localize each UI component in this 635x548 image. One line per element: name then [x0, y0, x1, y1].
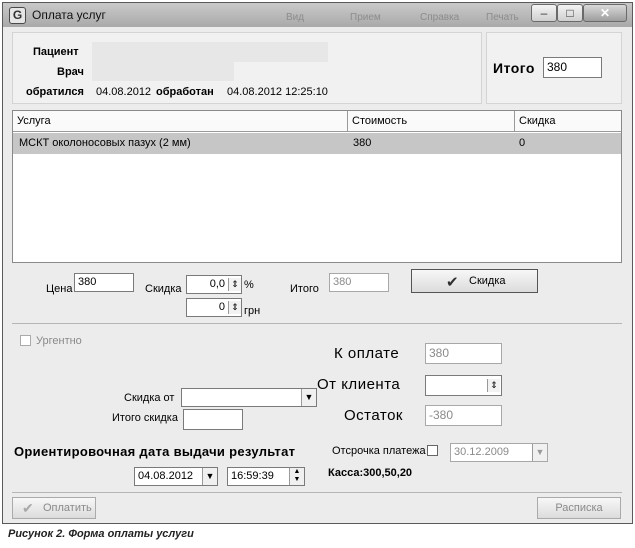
patient-name-redacted [92, 42, 328, 62]
cell-discount: 0 [519, 137, 526, 149]
to-pay-field: 380 [425, 343, 502, 364]
discount-from-select[interactable] [181, 388, 317, 407]
doctor-name-redacted [92, 62, 234, 81]
cell-cost: 380 [353, 137, 372, 149]
price-label: Цена [46, 283, 73, 295]
percent-sign: % [244, 279, 254, 291]
processed-datetime: 04.08.2012 12:25:10 [227, 86, 328, 98]
total-discount-label: Итого скидка [112, 412, 178, 424]
divider [12, 323, 622, 324]
uah-sign: грн [244, 305, 261, 317]
pay-button-label: Оплатить [43, 502, 92, 514]
urgent-label: Ургентно [36, 335, 82, 347]
services-table[interactable]: Услуга Стоимость Скидка МСКТ околоносовы… [12, 110, 622, 263]
chevron-down-icon[interactable]: ▼ [301, 389, 316, 406]
discount-from-label: Скидка от [124, 392, 175, 404]
minimize-button[interactable]: – [531, 4, 557, 22]
applied-label: обратился [26, 86, 84, 98]
maximize-button[interactable]: □ [557, 4, 583, 22]
apply-discount-button[interactable]: ✔ Скидка [411, 269, 538, 293]
apply-discount-label: Скидка [469, 275, 506, 287]
pay-button[interactable]: ✔ Оплатить [12, 497, 96, 519]
receipt-button[interactable]: Расписка [537, 497, 621, 519]
column-header-discount[interactable]: Скидка [515, 111, 621, 132]
column-header-service[interactable]: Услуга [13, 111, 347, 132]
cashbox-text: Касса:300,50,20 [328, 467, 413, 479]
total-top-label: Итого [493, 60, 535, 76]
close-button[interactable]: ✕ [583, 4, 627, 22]
ghost-menu-print: Печать [486, 12, 519, 23]
doctor-label: Врач [57, 66, 84, 78]
patient-label: Пациент [33, 46, 79, 58]
ghost-menu-reception: Прием [350, 12, 381, 23]
checkmark-icon: ✔ [22, 500, 34, 516]
window-title: Оплата услуг [32, 8, 106, 22]
ghost-menu-help: Справка [420, 12, 460, 23]
processed-label: обработан [156, 86, 214, 98]
deferral-checkbox[interactable] [427, 445, 438, 456]
from-client-label: От клиента [317, 376, 401, 393]
chevron-down-icon[interactable]: ▼ [202, 468, 217, 485]
time-stepper-icon[interactable]: ▲ ▼ [289, 468, 304, 485]
app-icon: G [9, 7, 26, 24]
chevron-down-icon[interactable]: ▼ [532, 444, 547, 461]
discount-percent-spin-icon[interactable]: ⇕ [228, 278, 241, 291]
ghost-menu-view: Вид [286, 12, 305, 23]
cell-service: МСКТ околоносовых пазух (2 мм) [19, 137, 191, 149]
figure-caption: Рисунок 2. Форма оплаты услуги [8, 528, 194, 540]
from-client-spin-icon[interactable]: ⇕ [487, 379, 500, 392]
applied-date: 04.08.2012 [96, 86, 152, 98]
remainder-field: -380 [425, 405, 502, 426]
column-header-cost[interactable]: Стоимость [348, 111, 514, 132]
total-top-field[interactable]: 380 [543, 57, 602, 78]
edit-total-field: 380 [329, 273, 389, 292]
total-discount-field[interactable] [183, 409, 243, 430]
deferral-label: Отсрочка платежа [332, 445, 426, 457]
price-field[interactable]: 380 [74, 273, 134, 292]
discount-label: Скидка [145, 283, 182, 295]
discount-uah-spin-icon[interactable]: ⇕ [228, 301, 241, 314]
result-date-label: Ориентировочная дата выдачи результат [14, 444, 296, 459]
urgent-checkbox[interactable] [20, 335, 31, 346]
checkmark-icon: ✔ [446, 274, 459, 291]
divider [12, 492, 622, 493]
remainder-label: Остаток [344, 407, 403, 424]
to-pay-label: К оплате [334, 345, 400, 362]
edit-total-label: Итого [290, 283, 319, 295]
